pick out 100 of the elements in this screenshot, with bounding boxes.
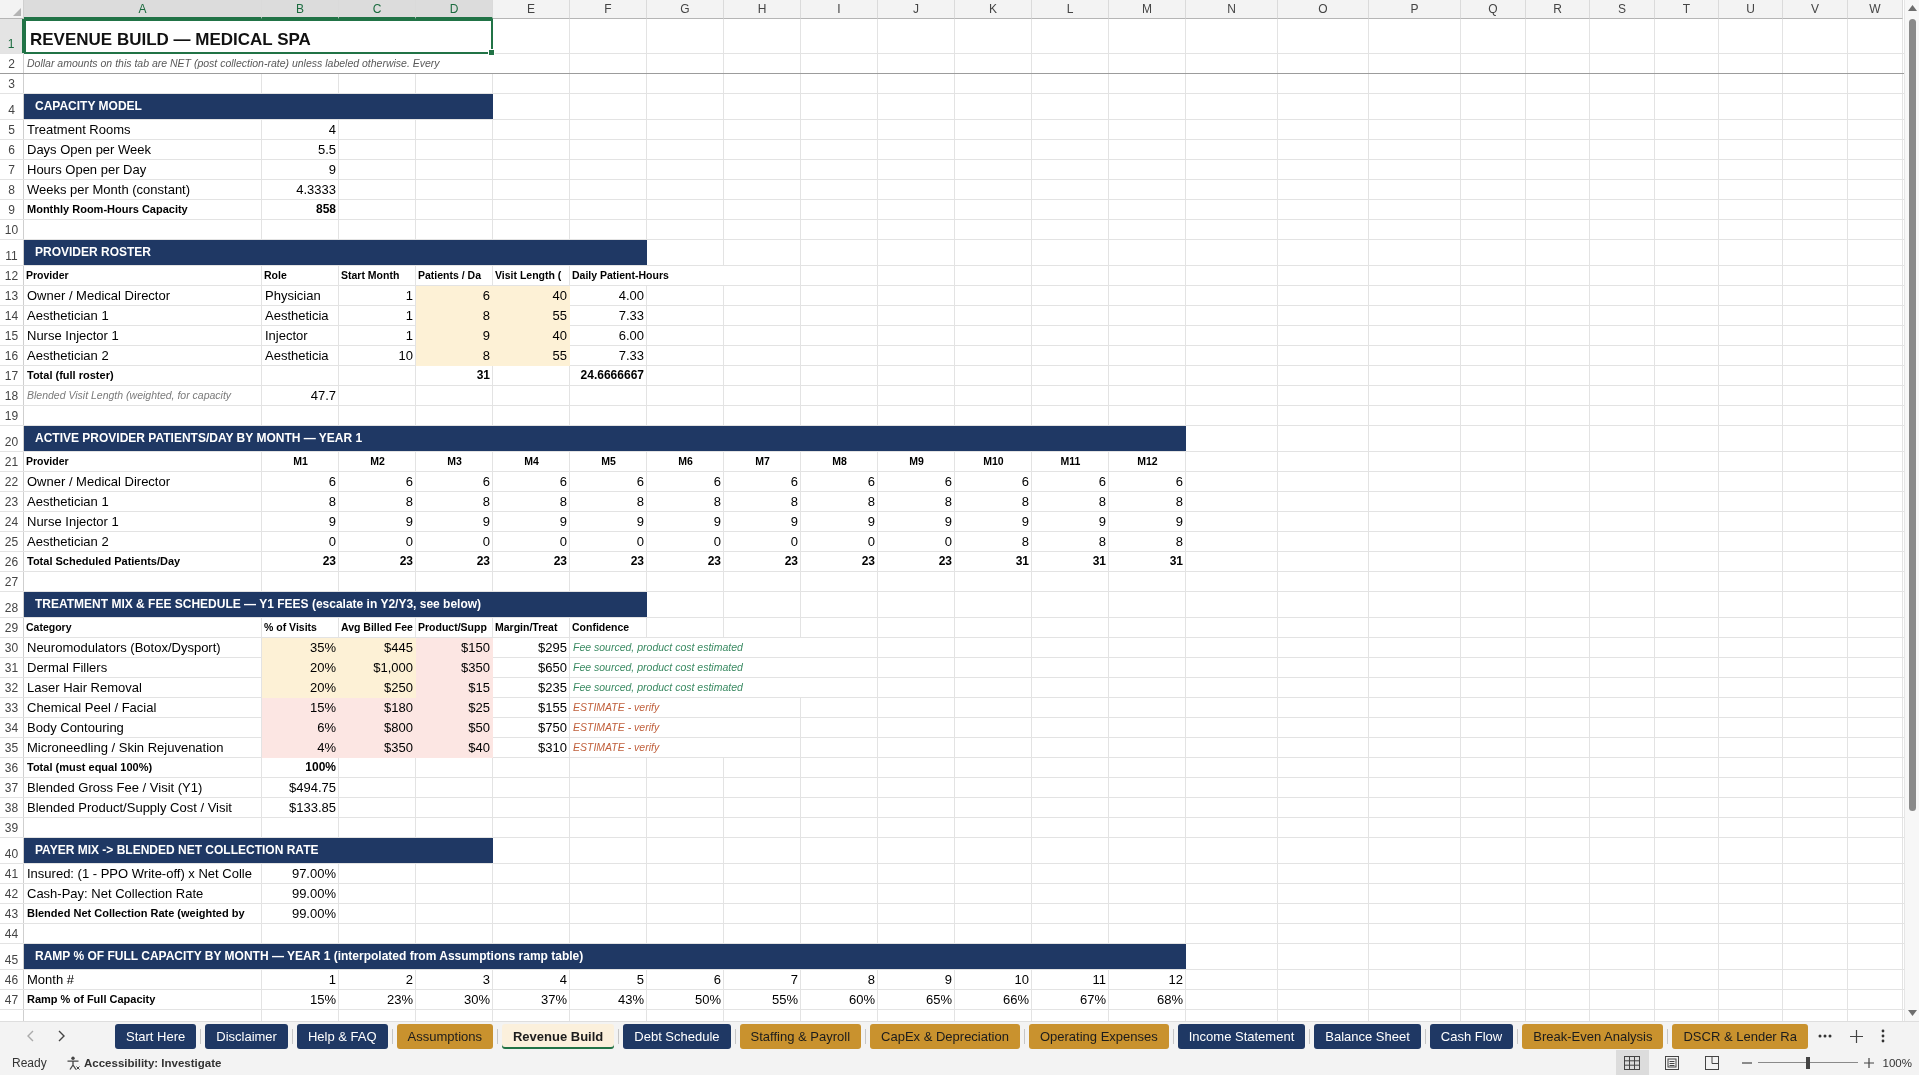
column-header[interactable]: J [878, 0, 955, 19]
row-number[interactable]: 1 [0, 19, 24, 53]
column-header[interactable]: Q [1461, 0, 1526, 19]
input-cell: $350 [339, 738, 416, 758]
column-heading: Product/Supp [417, 620, 488, 635]
table-cell-text: 12 [1167, 971, 1184, 989]
fill-handle[interactable] [488, 49, 495, 56]
table-cell-text: 9 [327, 161, 337, 179]
zoom-level[interactable]: 100% [1873, 1056, 1919, 1069]
row-label: Ramp % of Full Capacity [26, 992, 157, 1007]
column-header[interactable]: V [1783, 0, 1848, 19]
table-cell-text: 8 [635, 493, 645, 511]
input-cell: $445 [339, 638, 416, 658]
input-cell: 9 [416, 326, 493, 346]
sheet-tab[interactable]: Staffing & Payroll [739, 1023, 862, 1049]
column-header[interactable]: D [416, 0, 493, 19]
table-cell-text: 100% [304, 759, 337, 776]
sheet-tab[interactable]: Disclaimer [205, 1023, 288, 1049]
sheet-tab[interactable]: Operating Expenses [1028, 1023, 1169, 1049]
triangle-down-icon[interactable] [1907, 1010, 1917, 1016]
table-cell-text: 6 [404, 473, 414, 491]
column-header[interactable]: A [24, 0, 262, 19]
sheet-tab[interactable]: Start Here [115, 1023, 197, 1049]
sheet-tab[interactable]: Income Statement [1177, 1023, 1306, 1049]
table-cell-text: 50% [693, 991, 722, 1009]
column-header[interactable]: U [1719, 0, 1783, 19]
column-heading: Category [25, 620, 73, 635]
document-icon [1665, 1055, 1680, 1070]
ellipsis-icon[interactable] [1818, 1034, 1832, 1038]
column-header[interactable]: C [339, 0, 416, 19]
table-cell-text: 9 [943, 513, 953, 531]
table-cell-text: $155 [537, 699, 568, 717]
input-cell: 15% [262, 698, 339, 718]
sheet-tab[interactable]: DSCR & Lender Ra [1672, 1023, 1808, 1049]
table-cell-text: 43% [616, 991, 645, 1009]
input-cell: $180 [339, 698, 416, 718]
table-cell-text: 65% [924, 991, 953, 1009]
row-label: Monthly Room-Hours Capacity [26, 202, 189, 217]
row-label: Month # [26, 971, 75, 989]
column-header[interactable]: B [262, 0, 339, 19]
plus-icon[interactable] [1850, 1029, 1863, 1043]
table-cell-text: 23 [783, 553, 799, 570]
column-header[interactable]: W [1848, 0, 1903, 19]
row-label: Aesthetician 1 [26, 493, 110, 511]
table-cell-text: 8 [327, 493, 337, 511]
column-header[interactable]: N [1186, 0, 1278, 19]
scrollbar-thumb[interactable] [1908, 19, 1916, 811]
table-cell-text: Aestheticia [264, 307, 330, 325]
table-cell-text: 6 [712, 971, 722, 989]
column-header[interactable]: G [647, 0, 724, 19]
sheet-tab[interactable]: Debt Schedule [623, 1023, 731, 1049]
sheet-tab[interactable]: Balance Sheet [1314, 1023, 1421, 1049]
table-cell-text: 8 [1174, 493, 1184, 511]
table-cell-text: 8 [1097, 533, 1107, 551]
triangle-up-icon[interactable] [1907, 5, 1917, 11]
row-label: Aesthetician 2 [26, 533, 110, 551]
sheet-tab[interactable]: CapEx & Depreciation [870, 1023, 1020, 1049]
row-label: Blended Net Collection Rate (weighted by [26, 906, 246, 921]
column-header[interactable]: I [801, 0, 878, 19]
table-cell-text: 3 [481, 971, 491, 989]
column-header[interactable]: S [1590, 0, 1655, 19]
row-label: Owner / Medical Director [26, 287, 172, 305]
column-heading: M4 [523, 454, 540, 469]
chevron-right-icon[interactable] [58, 1030, 65, 1042]
vertical-ellipsis-icon[interactable] [1881, 1029, 1885, 1043]
plus-icon[interactable] [1863, 1057, 1874, 1068]
column-header[interactable]: T [1655, 0, 1719, 19]
column-header[interactable]: K [955, 0, 1032, 19]
accessibility-button[interactable]: Accessibility: Investigate [66, 1055, 222, 1070]
table-cell-text: 6 [635, 473, 645, 491]
table-cell-text: 23% [385, 991, 414, 1009]
view-button[interactable] [1615, 1050, 1649, 1075]
column-header[interactable]: P [1369, 0, 1461, 19]
slider-thumb[interactable] [1805, 1056, 1810, 1069]
table-cell-text: 6 [1174, 473, 1184, 491]
column-header[interactable]: O [1278, 0, 1369, 19]
sheet-tab[interactable]: Cash Flow [1429, 1023, 1514, 1049]
sheet-tab[interactable]: Assumptions [396, 1023, 493, 1049]
row-label: Cash-Pay: Net Collection Rate [26, 885, 205, 903]
input-cell: 55 [493, 346, 570, 366]
column-header[interactable]: R [1526, 0, 1590, 19]
sheet-tab[interactable]: Revenue Build [502, 1023, 615, 1049]
column-header[interactable]: F [570, 0, 647, 19]
vertical-scrollbar[interactable] [1904, 0, 1919, 1021]
column-header[interactable]: L [1032, 0, 1109, 19]
sheet-tab[interactable]: Help & FAQ [296, 1023, 388, 1049]
table-cell-text: 858 [314, 201, 337, 218]
section-header: PROVIDER ROSTER [24, 240, 647, 265]
sheet-tab[interactable]: Break-Even Analysis [1522, 1023, 1664, 1049]
column-header[interactable]: M [1109, 0, 1186, 19]
table-cell-text: 8 [1097, 493, 1107, 511]
column-heading: M9 [908, 454, 925, 469]
column-header[interactable]: E [493, 0, 570, 19]
selected-cell[interactable]: REVENUE BUILD — MEDICAL SPA [24, 19, 493, 54]
column-header[interactable]: H [724, 0, 801, 19]
column-heading: Start Month [340, 268, 401, 283]
confidence-note: ESTIMATE - verify [570, 738, 724, 757]
table-cell-text: 8 [866, 493, 876, 511]
table-cell-text: $750 [537, 719, 568, 737]
section-header: TREATMENT MIX & FEE SCHEDULE — Y1 FEES (escalate in Y2/Y3, see below) [24, 592, 647, 617]
